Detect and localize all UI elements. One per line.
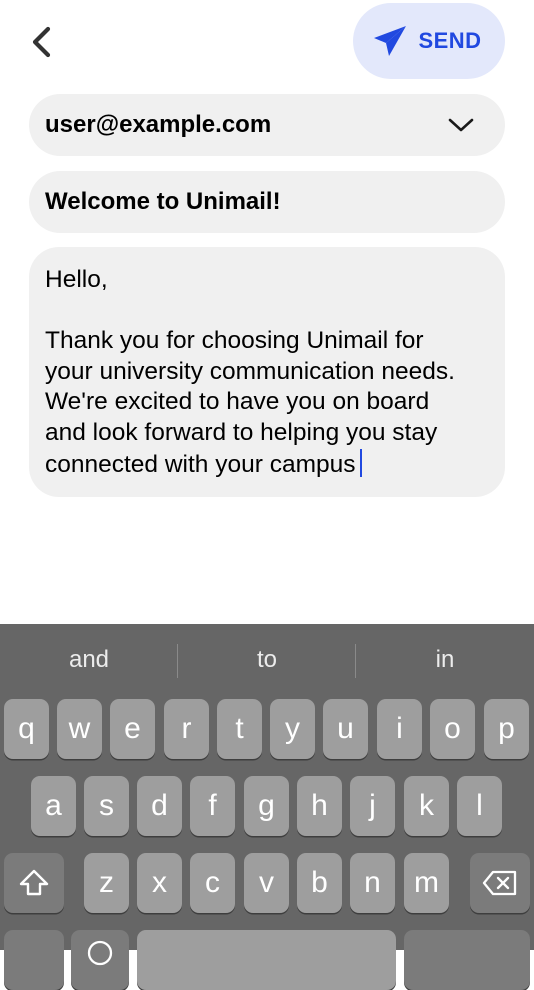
key-m[interactable]: m [404, 853, 449, 913]
delete-key[interactable] [470, 853, 530, 913]
shift-icon [19, 869, 49, 896]
key-x[interactable]: x [137, 853, 182, 913]
emoji-icon [87, 940, 113, 966]
chevron-left-icon [32, 26, 51, 58]
key-l[interactable]: l [457, 776, 502, 836]
suggestion-2[interactable]: to [178, 624, 356, 696]
key-h[interactable]: h [297, 776, 342, 836]
from-account-select[interactable]: user@example.com [29, 94, 505, 156]
send-label: SEND [418, 28, 482, 53]
suggestion-1[interactable]: and [0, 624, 178, 696]
back-button[interactable] [22, 22, 62, 62]
key-r[interactable]: r [164, 699, 209, 759]
key-y[interactable]: y [270, 699, 315, 759]
key-f[interactable]: f [190, 776, 235, 836]
send-button[interactable]: SEND [353, 3, 505, 79]
return-key[interactable] [404, 930, 530, 990]
key-k[interactable]: k [404, 776, 449, 836]
key-z[interactable]: z [84, 853, 129, 913]
key-n[interactable]: n [350, 853, 395, 913]
shift-key[interactable] [4, 853, 64, 913]
key-q[interactable]: q [4, 699, 49, 759]
key-p[interactable]: p [484, 699, 529, 759]
subject-field[interactable]: Welcome to Unimail! [29, 171, 505, 233]
message-body-field[interactable]: Hello, Thank you for choosing Unimail fo… [29, 247, 505, 497]
key-j[interactable]: j [350, 776, 395, 836]
key-o[interactable]: o [430, 699, 475, 759]
key-u[interactable]: u [323, 699, 368, 759]
numbers-key[interactable] [4, 930, 64, 990]
key-i[interactable]: i [377, 699, 422, 759]
message-body-text: Hello, Thank you for choosing Unimail fo… [45, 266, 455, 478]
paper-plane-icon [374, 26, 407, 56]
from-address: user@example.com [45, 111, 272, 138]
key-d[interactable]: d [137, 776, 182, 836]
text-cursor [359, 448, 362, 477]
chevron-down-icon [448, 118, 474, 132]
key-e[interactable]: e [110, 699, 155, 759]
key-g[interactable]: g [244, 776, 289, 836]
backspace-icon [482, 870, 517, 896]
emoji-key[interactable] [71, 930, 129, 990]
key-c[interactable]: c [190, 853, 235, 913]
key-v[interactable]: v [244, 853, 289, 913]
suggestion-3[interactable]: in [356, 624, 534, 696]
key-t[interactable]: t [217, 699, 262, 759]
suggestion-bar: and to in [0, 624, 534, 696]
key-s[interactable]: s [84, 776, 129, 836]
keyboard: and to in q w e r t y u i o p a s d f g … [0, 624, 534, 990]
key-a[interactable]: a [31, 776, 76, 836]
key-b[interactable]: b [297, 853, 342, 913]
subject-value: Welcome to Unimail! [45, 188, 281, 215]
space-key[interactable] [137, 930, 396, 990]
key-w[interactable]: w [57, 699, 102, 759]
